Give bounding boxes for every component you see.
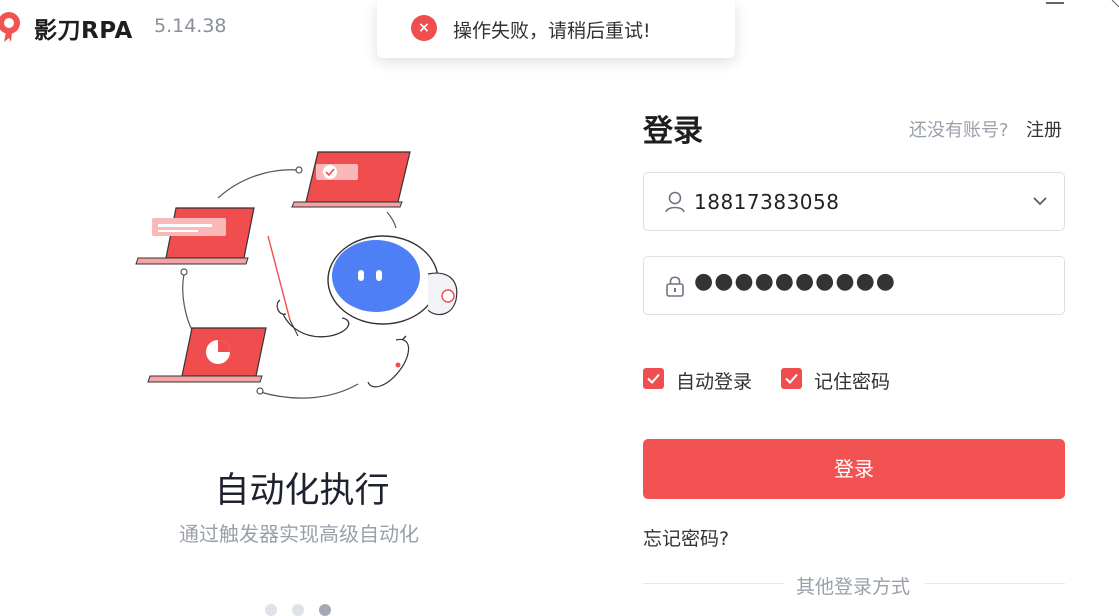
lock-icon xyxy=(666,276,684,297)
remember-password-label[interactable]: 记住密码 xyxy=(814,367,890,394)
minimize-button[interactable] xyxy=(1046,2,1064,4)
login-title: 登录 xyxy=(643,114,703,149)
robot-head xyxy=(327,235,458,325)
toast-message: 操作失败，请稍后重试! xyxy=(453,20,651,42)
carousel-dot-active[interactable] xyxy=(319,604,331,616)
other-login-methods-label: 其他登录方式 xyxy=(796,576,911,598)
laptop-top xyxy=(291,151,411,208)
carousel-dot[interactable] xyxy=(292,604,304,616)
app-name: 影刀RPA xyxy=(34,18,133,44)
orbit-arc xyxy=(217,169,299,199)
register-link[interactable]: 注册 xyxy=(1026,116,1062,142)
orbit-arc xyxy=(259,383,359,399)
chevron-down-icon[interactable] xyxy=(1032,193,1048,209)
laptop-bottom xyxy=(147,327,267,383)
no-account-text: 还没有账号? xyxy=(909,120,1009,141)
carousel-subtitle: 通过触发器实现高级自动化 xyxy=(179,522,419,546)
error-x-icon: × xyxy=(411,15,437,41)
username-field[interactable]: 18817383058 xyxy=(643,172,1065,231)
auto-login-checkbox[interactable] xyxy=(643,368,664,389)
app-version: 5.14.38 xyxy=(154,15,227,37)
orbit-arc xyxy=(182,273,193,331)
forgot-password-link[interactable]: 忘记密码? xyxy=(643,524,729,551)
yingdao-logo-icon xyxy=(0,12,20,42)
password-value: ●●●●●●●●●● xyxy=(694,269,896,294)
divider xyxy=(925,583,1065,584)
close-icon[interactable] xyxy=(1110,0,1119,9)
automation-illustration xyxy=(135,151,458,399)
orbit-arc xyxy=(386,211,397,229)
auto-login-label[interactable]: 自动登录 xyxy=(676,367,752,394)
user-icon xyxy=(665,191,685,213)
carousel-dot[interactable] xyxy=(265,604,277,616)
laptop-left xyxy=(135,207,255,265)
carousel-title: 自动化执行 xyxy=(214,471,390,511)
divider xyxy=(643,583,784,584)
error-toast: × 操作失败，请稍后重试! xyxy=(377,0,735,58)
password-field[interactable]: ●●●●●●●●●● xyxy=(643,256,1065,315)
login-button[interactable]: 登录 xyxy=(643,439,1065,499)
username-value: 18817383058 xyxy=(694,190,840,214)
remember-password-checkbox[interactable] xyxy=(781,368,802,389)
